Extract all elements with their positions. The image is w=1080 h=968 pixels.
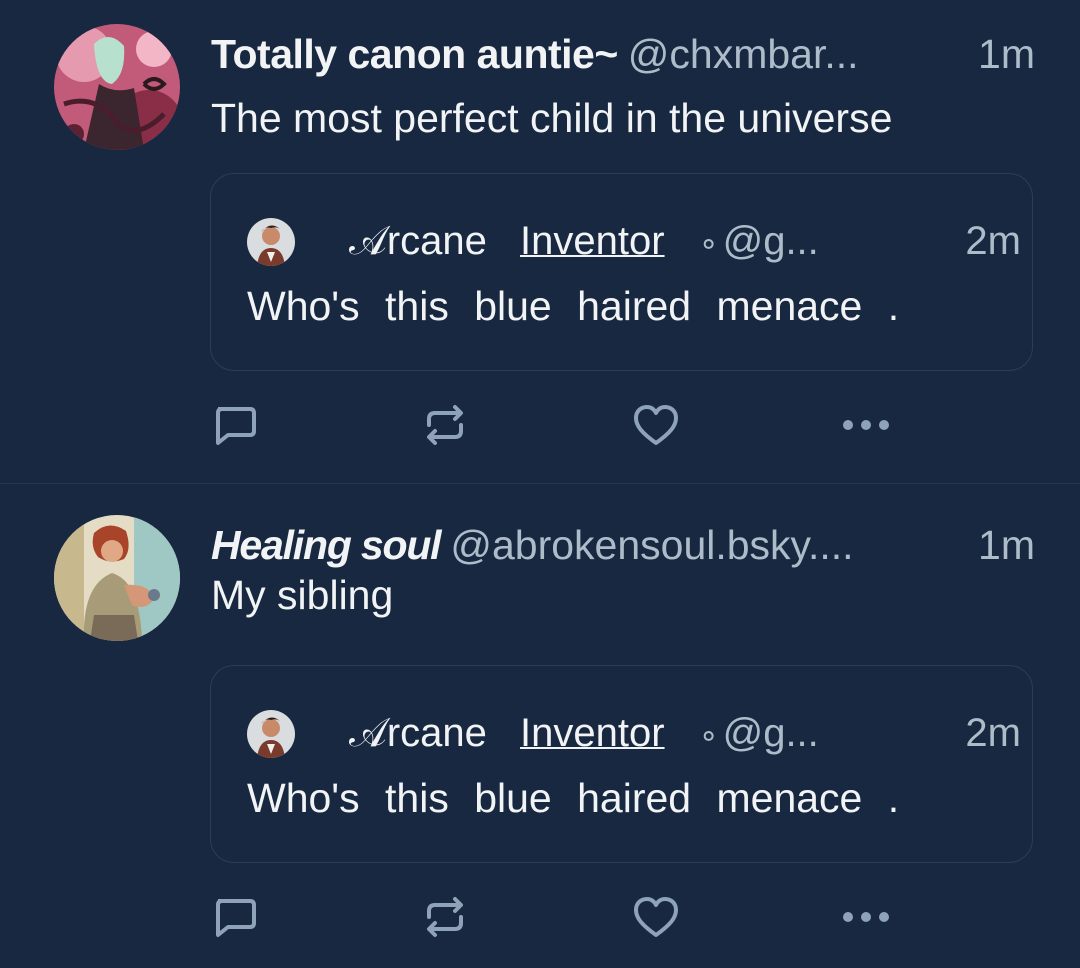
quoted-post-text: Who's this blue haired menace . xyxy=(247,283,900,329)
quoted-author-name-suffix: Inventor xyxy=(520,219,665,263)
quoted-post[interactable]: 𝒜rcane Inventor ∘ @g... 2m Who's this blue… xyxy=(210,665,1033,863)
reply-button[interactable] xyxy=(208,400,260,450)
like-button[interactable] xyxy=(630,400,682,450)
quoted-author-name-prefix: 𝒜rcane xyxy=(349,219,487,263)
quoted-author-avatar[interactable] xyxy=(247,218,295,266)
heart-icon xyxy=(634,897,678,937)
post-actions xyxy=(0,892,1080,942)
author-avatar[interactable] xyxy=(54,515,180,641)
more-icon xyxy=(843,912,889,922)
author-avatar[interactable] xyxy=(54,24,180,150)
post-actions xyxy=(0,400,1080,450)
profile-avatar-illustration-icon xyxy=(54,515,180,641)
reply-icon xyxy=(216,407,256,445)
post-header: Healing soul @abrokensoul.bsky.... 1m xyxy=(211,519,1041,571)
post-timestamp[interactable]: 1m xyxy=(978,28,1035,80)
quoted-post-text: Who's this blue haired menace . xyxy=(247,775,900,821)
quoted-post-timestamp[interactable]: 2m xyxy=(965,216,1021,266)
author-display-name[interactable]: Totally canon auntie~ xyxy=(211,31,618,77)
post[interactable]: Totally canon auntie~ @chxmbar... 1m The … xyxy=(0,0,1080,484)
quoted-author-handle[interactable]: @g... xyxy=(723,219,819,263)
post-timestamp[interactable]: 1m xyxy=(978,519,1035,571)
quoted-author-separator: ∘ xyxy=(698,717,719,753)
quoted-author-avatar[interactable] xyxy=(247,710,295,758)
quoted-author-handle[interactable]: @g... xyxy=(723,711,819,755)
author-handle[interactable]: @chxmbar... xyxy=(628,31,859,77)
like-button[interactable] xyxy=(630,892,682,942)
post-header: Totally canon auntie~ @chxmbar... 1m xyxy=(211,28,1041,80)
quoted-author-display-name[interactable]: 𝒜rcane Inventor xyxy=(349,219,665,263)
more-options-button[interactable] xyxy=(840,400,892,450)
quoted-author-name-suffix: Inventor xyxy=(520,711,665,755)
post-text: My sibling xyxy=(211,572,394,618)
quoted-author-separator: ∘ xyxy=(698,225,719,261)
repost-button[interactable] xyxy=(419,400,471,450)
post[interactable]: Healing soul @abrokensoul.bsky.... 1m My … xyxy=(0,484,1080,968)
quoted-author-name-prefix: 𝒜rcane xyxy=(349,711,487,755)
quoted-post[interactable]: 𝒜rcane Inventor ∘ @g... 2m Who's this blue… xyxy=(210,173,1033,371)
profile-avatar-small-icon xyxy=(247,710,295,758)
heart-icon xyxy=(634,405,678,445)
feed: Totally canon auntie~ @chxmbar... 1m The … xyxy=(0,0,1080,968)
post-text: The most perfect child in the universe xyxy=(211,95,893,141)
more-options-button[interactable] xyxy=(840,892,892,942)
quoted-post-timestamp[interactable]: 2m xyxy=(965,708,1021,758)
profile-avatar-pink-artwork-icon xyxy=(54,24,180,150)
profile-avatar-small-icon xyxy=(247,218,295,266)
quoted-author-display-name[interactable]: 𝒜rcane Inventor xyxy=(349,711,665,755)
reply-button[interactable] xyxy=(208,892,260,942)
reply-icon xyxy=(216,899,256,937)
quoted-post-header: 𝒜rcane Inventor ∘ @g... 2m xyxy=(349,708,1021,760)
more-icon xyxy=(843,420,889,430)
repost-icon xyxy=(427,897,463,937)
author-display-name[interactable]: Healing soul xyxy=(211,522,442,568)
author-handle[interactable]: @abrokensoul.bsky.... xyxy=(450,522,853,568)
repost-icon xyxy=(427,405,463,445)
quoted-post-header: 𝒜rcane Inventor ∘ @g... 2m xyxy=(349,216,1021,268)
repost-button[interactable] xyxy=(419,892,471,942)
